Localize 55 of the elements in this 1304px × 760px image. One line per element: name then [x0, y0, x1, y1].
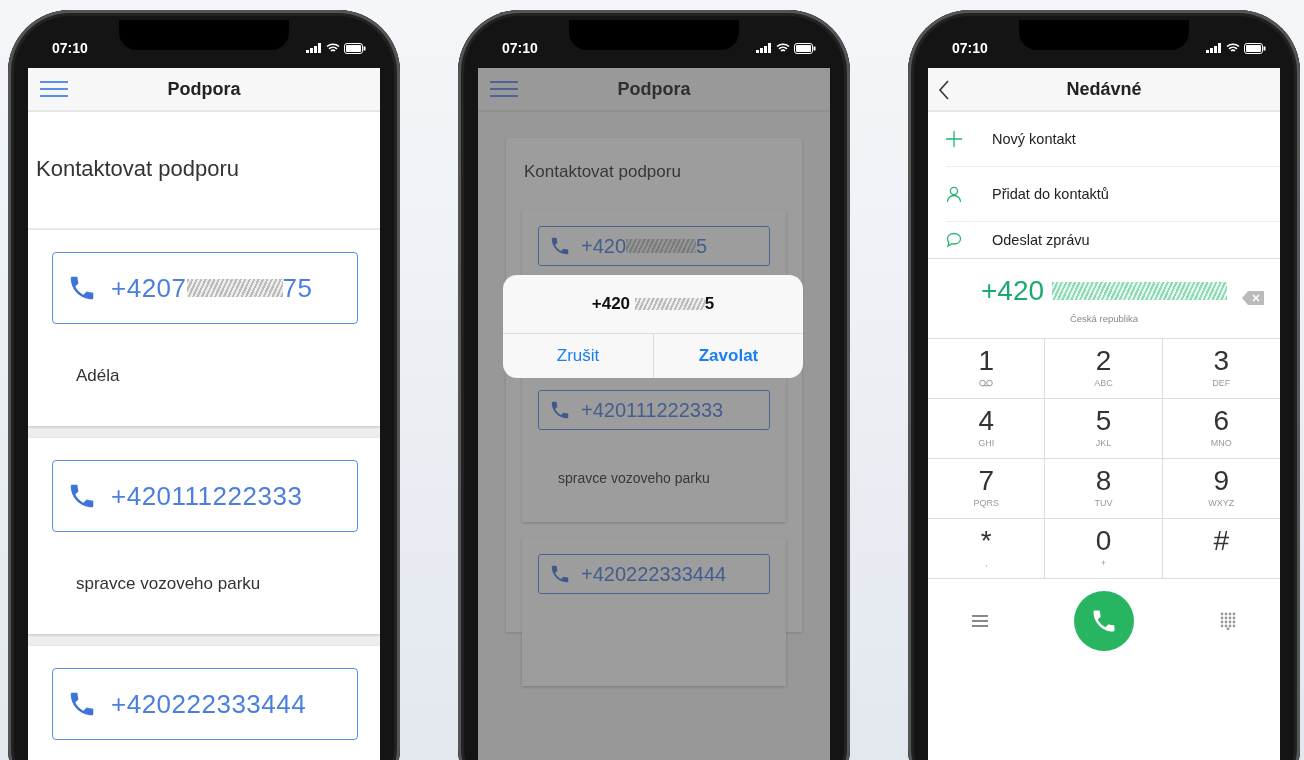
dial-key[interactable]: * ,	[928, 519, 1046, 579]
voicemail-icon	[979, 379, 994, 387]
backspace-icon[interactable]	[1242, 291, 1264, 305]
action-item[interactable]: Nový kontakt	[946, 112, 1280, 167]
contact-name: spravce vozoveho parku	[558, 470, 711, 486]
dial-key[interactable]: 2 ABC	[1045, 339, 1163, 399]
phone-icon	[549, 399, 571, 421]
header-title: Podpora	[167, 78, 241, 100]
wifi-icon	[1226, 43, 1240, 53]
action-item[interactable]: Přidat do kontaktů	[946, 167, 1280, 222]
status-time: 07:10	[952, 40, 988, 56]
menu-icon[interactable]	[40, 81, 68, 97]
battery-icon	[344, 42, 366, 54]
dialed-number: +420	[980, 275, 1045, 307]
status-time: 07:10	[502, 40, 538, 56]
plus-icon	[946, 131, 962, 147]
dialog-number: 5	[704, 294, 715, 314]
phone-icon	[549, 235, 571, 257]
signal-icon	[1206, 43, 1222, 53]
action-item[interactable]: Odeslat zprávu	[946, 222, 1280, 258]
back-icon[interactable]	[938, 80, 950, 100]
status-time: 07:10	[52, 40, 88, 56]
call-button[interactable]	[1074, 591, 1134, 651]
country-label: Česká republika	[1069, 313, 1139, 324]
redaction-scribble	[626, 239, 697, 253]
contact-name: spravce vozoveho parku	[76, 574, 262, 594]
contact-name: Adéla	[76, 366, 121, 386]
phone-icon	[549, 563, 571, 585]
call-number-button[interactable]: +420111222333	[52, 460, 358, 532]
signal-icon	[756, 43, 772, 53]
person-icon	[946, 186, 962, 202]
dial-key[interactable]: 4 GHI	[928, 399, 1046, 459]
chat-bubble-icon	[946, 232, 962, 248]
dial-key[interactable]: 8 TUV	[1045, 459, 1163, 519]
page-title: Kontaktovat podporu	[524, 162, 682, 182]
header-title: Nedávné	[1066, 78, 1142, 100]
cancel-button[interactable]: Zrušit	[503, 334, 653, 378]
dial-key[interactable]: 1	[928, 339, 1046, 399]
wifi-icon	[776, 43, 790, 53]
wifi-icon	[326, 43, 340, 53]
call-number-button[interactable]: +420222333444	[52, 668, 358, 740]
call-number-button[interactable]: +4207 75	[52, 252, 358, 324]
dial-key[interactable]: 5 JKL	[1045, 399, 1163, 459]
header-title: Podpora	[617, 78, 691, 100]
signal-icon	[306, 43, 322, 53]
menu-icon[interactable]	[970, 612, 989, 630]
dial-key[interactable]: 0 +	[1045, 519, 1163, 579]
battery-icon	[1244, 42, 1266, 54]
redaction-scribble	[634, 298, 705, 310]
call-button[interactable]: Zavolat	[653, 334, 803, 378]
menu-icon[interactable]	[490, 81, 518, 97]
battery-icon	[794, 42, 816, 54]
dial-key[interactable]: 7 PQRS	[928, 459, 1046, 519]
dialog-number: +420	[591, 294, 631, 314]
dialpad-icon[interactable]	[1219, 612, 1238, 630]
